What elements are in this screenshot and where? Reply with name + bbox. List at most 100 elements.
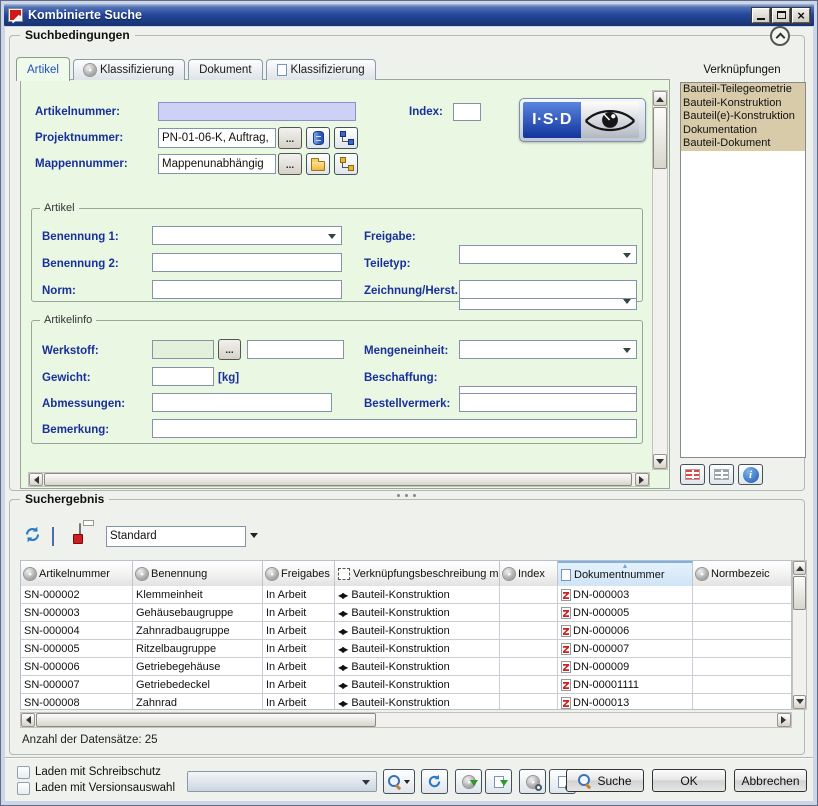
find-article-button[interactable] — [519, 769, 546, 794]
gewicht-input[interactable] — [152, 367, 214, 386]
isd-logo: I·S·D — [519, 98, 646, 142]
column-header-freigabes[interactable]: Freigabes — [263, 561, 335, 586]
column-header-artikelnummer[interactable]: Artikelnummer — [21, 561, 133, 586]
tab-klassifizierung-3[interactable]: Klassifizierung — [266, 59, 376, 80]
close-button[interactable]: × — [792, 8, 810, 23]
print-button[interactable] — [79, 524, 81, 542]
scroll-thumb[interactable] — [653, 107, 667, 169]
result-table[interactable]: ArtikelnummerBenennungFreigabesVerknüpfu… — [20, 560, 792, 710]
mappennummer-input[interactable] — [158, 154, 276, 174]
table-cell: DN-000006 — [558, 622, 693, 639]
scroll-thumb[interactable] — [36, 713, 376, 727]
werkstoff-name-input[interactable] — [247, 340, 344, 359]
link-view-active-button[interactable] — [680, 464, 705, 485]
link-list-item[interactable]: Dokumentation — [681, 124, 805, 138]
verknuepfungen-list[interactable]: Bauteil-TeilegeometrieBauteil-Konstrukti… — [680, 82, 806, 458]
insert-article-button[interactable] — [455, 769, 482, 794]
zeichnung-input[interactable] — [459, 280, 637, 299]
table-row[interactable]: SN-000002KlemmeinheitIn Arbeit◀▶Bauteil-… — [21, 586, 791, 604]
column-header-index[interactable]: Index — [500, 561, 558, 586]
form-vertical-scrollbar[interactable] — [652, 90, 668, 470]
column-header-verkn-pfungsbeschreibung-mit[interactable]: Verknüpfungsbeschreibung mit — [335, 561, 500, 586]
table-vertical-scrollbar[interactable] — [792, 560, 807, 710]
artikelnummer-label: Artikelnummer: — [35, 106, 120, 118]
splitter[interactable] — [5, 491, 801, 499]
table-row[interactable]: SN-000008ZahnradIn Arbeit◀▶Bauteil-Konst… — [21, 694, 791, 710]
link-view-all-button[interactable] — [709, 464, 734, 485]
cancel-button[interactable]: Abbrechen — [734, 769, 807, 792]
mengeneinheit-combobox[interactable] — [459, 340, 637, 359]
index-input[interactable] — [453, 103, 481, 121]
column-header-dokumentnummer[interactable]: ▲Dokumentnummer — [558, 561, 693, 586]
collapse-button[interactable] — [770, 26, 790, 46]
table-row[interactable]: SN-000005RitzelbaugruppeIn Arbeit◀▶Baute… — [21, 640, 791, 658]
refresh-result-button[interactable] — [24, 526, 44, 546]
form-horizontal-scrollbar[interactable] — [28, 472, 650, 487]
link-list-item[interactable]: Bauteil-Teilegeometrie — [681, 83, 805, 97]
scroll-right-button[interactable] — [777, 713, 791, 727]
insert-document-button[interactable] — [485, 769, 512, 794]
benennung1-combobox[interactable] — [152, 226, 342, 245]
table-row[interactable]: SN-000004ZahnradbaugruppeIn Arbeit◀▶Baut… — [21, 622, 791, 640]
scroll-right-button[interactable] — [635, 473, 649, 486]
tab-artikel-0[interactable]: Artikel — [16, 57, 70, 81]
result-view-button[interactable] — [52, 528, 54, 546]
load-readonly-checkbox[interactable] — [17, 766, 30, 779]
table-row[interactable]: SN-000006GetriebegehäuseIn Arbeit◀▶Baute… — [21, 658, 791, 676]
column-header-normbezeic[interactable]: Normbezeic — [693, 561, 792, 586]
save-search-button[interactable] — [383, 769, 415, 794]
gewicht-label: Gewicht: — [42, 372, 91, 384]
minimize-icon — [757, 18, 765, 20]
cell-text: DN-000013 — [573, 697, 629, 709]
scroll-left-button[interactable] — [29, 473, 43, 486]
table-row[interactable]: SN-000007GetriebedeckelIn Arbeit◀▶Bautei… — [21, 676, 791, 694]
link-info-button[interactable]: i — [738, 464, 763, 485]
title-bar[interactable]: Kombinierte Suche × — [4, 4, 814, 26]
projektnummer-input[interactable] — [158, 128, 276, 148]
maximize-button[interactable] — [772, 8, 790, 23]
werkstoff-key-input[interactable] — [152, 340, 214, 359]
artikelnummer-input[interactable] — [158, 102, 356, 121]
suche-button[interactable]: Suche — [566, 769, 644, 792]
mappen-structure-button[interactable] — [334, 153, 358, 175]
table-row[interactable]: SN-000003GehäusebaugruppeIn Arbeit◀▶Baut… — [21, 604, 791, 622]
link-list-item[interactable]: Bauteil(e)-Konstruktion — [681, 110, 805, 124]
cell-text: Zahnrad — [136, 697, 177, 709]
table-horizontal-scrollbar[interactable] — [20, 712, 792, 728]
minimize-button[interactable] — [752, 8, 770, 23]
projekt-structure-button[interactable] — [334, 127, 358, 149]
scroll-left-button[interactable] — [21, 713, 35, 727]
load-version-checkbox[interactable] — [17, 782, 30, 795]
freigabe-combobox[interactable] — [459, 245, 637, 264]
link-list-item[interactable]: Bauteil-Dokument — [681, 137, 805, 151]
result-view-select[interactable]: Standard — [106, 526, 246, 547]
scroll-thumb[interactable] — [793, 576, 806, 610]
cell-text: Bauteil-Konstruktion — [351, 679, 449, 691]
ok-button[interactable]: OK — [652, 769, 726, 792]
scroll-up-button[interactable] — [653, 91, 667, 106]
scroll-down-button[interactable] — [793, 695, 806, 709]
refresh-button[interactable] — [421, 769, 448, 794]
link-list-item[interactable]: Bauteil-Konstruktion — [681, 97, 805, 111]
saved-search-combobox[interactable] — [187, 771, 377, 792]
view-select-dropdown-icon[interactable] — [250, 533, 258, 542]
scroll-up-button[interactable] — [793, 561, 806, 575]
scroll-down-button[interactable] — [653, 454, 667, 469]
projekt-database-button[interactable] — [306, 127, 330, 149]
norm-input[interactable] — [152, 280, 342, 299]
mappen-browse-button[interactable]: ... — [278, 153, 302, 175]
projekt-browse-button[interactable]: ... — [278, 127, 302, 149]
scroll-thumb[interactable] — [44, 473, 632, 486]
cell-text: Bauteil-Konstruktion — [351, 697, 449, 709]
abmessungen-input[interactable] — [152, 393, 332, 412]
tab-dokument-2[interactable]: Dokument — [188, 59, 262, 80]
column-header-benennung[interactable]: Benennung — [133, 561, 263, 586]
table-cell: DN-000005 — [558, 604, 693, 621]
tab-klassifizierung-1[interactable]: Klassifizierung — [73, 59, 185, 80]
bestellvermerk-input[interactable] — [459, 393, 637, 412]
werkstoff-browse-button[interactable]: ... — [218, 339, 241, 360]
bemerkung-input[interactable] — [152, 419, 637, 438]
table-cell: Klemmeinheit — [133, 586, 263, 603]
benennung2-input[interactable] — [152, 253, 342, 272]
mappen-folder-button[interactable] — [306, 153, 330, 175]
